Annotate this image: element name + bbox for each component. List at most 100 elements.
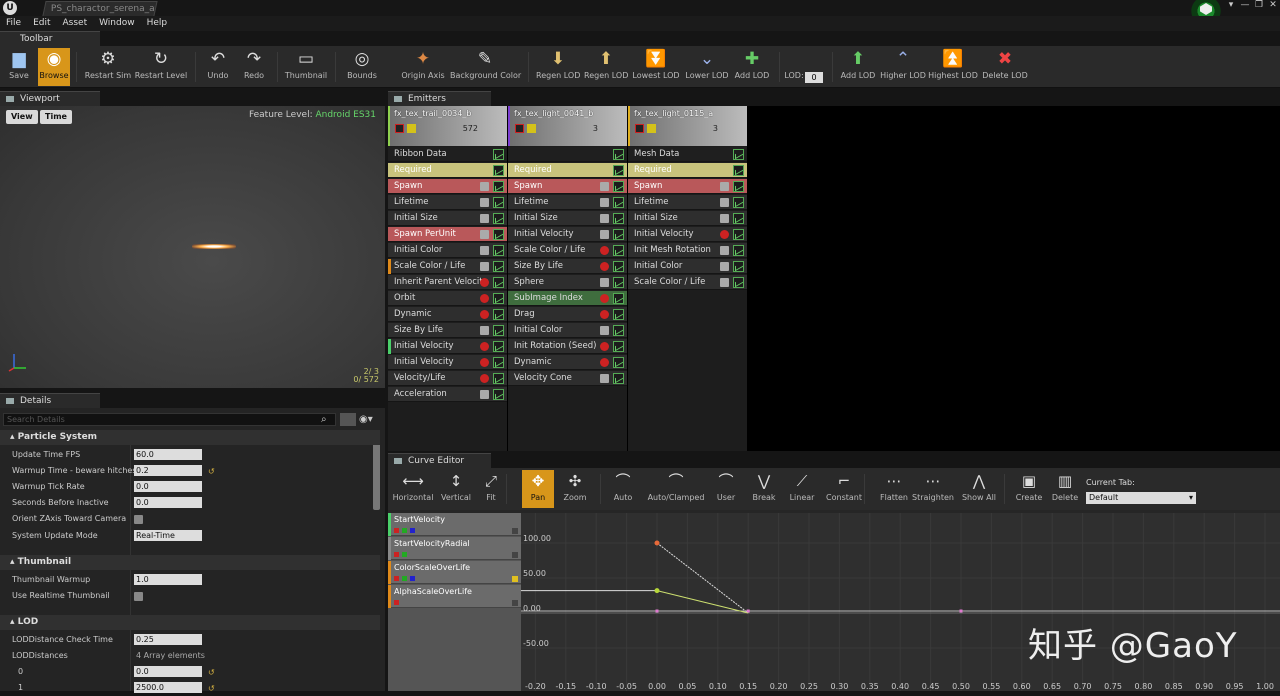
curve-toggle-icon[interactable] (733, 165, 744, 176)
viewport-tab[interactable]: Viewport (0, 91, 100, 106)
flatten-button[interactable]: ⋯ Flatten (876, 470, 912, 508)
curve-toggle-icon[interactable] (613, 261, 624, 272)
curve-toggle-icon[interactable] (733, 181, 744, 192)
module-disabled-checkbox[interactable] (720, 230, 729, 239)
straighten-button[interactable]: ⋯ Straighten (912, 470, 954, 508)
warmup-time-field[interactable]: 0.2 (134, 465, 202, 476)
viewport[interactable]: View Time Feature Level: Android ES31 2/… (0, 106, 385, 388)
menu-window[interactable]: Window (93, 16, 141, 31)
module-enabled-checkbox[interactable] (480, 230, 489, 239)
search-input[interactable]: Search Details (3, 413, 336, 426)
module-disabled-checkbox[interactable] (600, 294, 609, 303)
emitter-module[interactable]: Size By Life (508, 259, 627, 274)
curve-toggle-icon[interactable] (613, 245, 624, 256)
curve-toggle-icon[interactable] (733, 197, 744, 208)
curve-toggle-icon[interactable] (493, 165, 504, 176)
emitter-solo-icon[interactable] (647, 124, 656, 133)
module-enabled-checkbox[interactable] (600, 198, 609, 207)
restart-level-button[interactable]: ↻ Restart Level (134, 48, 188, 86)
emitter-module[interactable]: Required (628, 163, 747, 178)
track-visibility-toggle[interactable] (512, 600, 518, 606)
module-disabled-checkbox[interactable] (600, 342, 609, 351)
module-enabled-checkbox[interactable] (480, 326, 489, 335)
module-enabled-checkbox[interactable] (480, 262, 489, 271)
delete-button[interactable]: ▥ Delete (1050, 470, 1080, 508)
undo-button[interactable]: ↶ Undo (202, 48, 234, 86)
emitter-module[interactable]: Dynamic (388, 307, 507, 322)
background-color-button[interactable]: ✎ Background Color (450, 48, 521, 86)
save-button[interactable]: ▆ Save (4, 48, 34, 86)
curve-toggle-icon[interactable] (493, 197, 504, 208)
linear-button[interactable]: ⟋ Linear (786, 470, 818, 508)
emitter-column[interactable]: fx_tex_light_0041_b 3 Required Spawn Lifetim… (508, 106, 627, 451)
channel-toggle[interactable] (402, 528, 407, 533)
module-enabled-checkbox[interactable] (720, 262, 729, 271)
reset-icon[interactable]: ↺ (208, 669, 215, 677)
curve-toggle-icon[interactable] (613, 341, 624, 352)
module-disabled-checkbox[interactable] (480, 310, 489, 319)
emitter-module[interactable]: Drag (508, 307, 627, 322)
channel-toggle[interactable] (394, 600, 399, 605)
update-mode-select[interactable]: Real-Time (134, 530, 202, 541)
curve-toggle-icon[interactable] (493, 373, 504, 384)
view-button[interactable]: View (6, 110, 38, 124)
emitter-module[interactable]: Initial Color (628, 259, 747, 274)
category-lod[interactable]: ▴ LOD (0, 615, 380, 630)
realtime-thumbnail-checkbox[interactable] (134, 592, 143, 601)
module-disabled-checkbox[interactable] (480, 278, 489, 287)
auto-clamped-button[interactable]: ⌒ Auto/Clamped (646, 470, 706, 508)
curve-toggle-icon[interactable] (493, 293, 504, 304)
menu-help[interactable]: Help (141, 16, 174, 31)
minimize-button[interactable]: — (1238, 0, 1252, 12)
update-time-fps-field[interactable]: 60.0 (134, 449, 202, 460)
module-enabled-checkbox[interactable] (720, 198, 729, 207)
vertical-button[interactable]: ↕ Vertical (438, 470, 474, 508)
emitter-module[interactable]: Inherit Parent Velocity (388, 275, 507, 290)
curve-toggle-icon[interactable] (613, 277, 624, 288)
emitter-module[interactable]: Initial Velocity (388, 355, 507, 370)
module-enabled-checkbox[interactable] (600, 278, 609, 287)
channel-toggle[interactable] (394, 528, 399, 533)
module-enabled-checkbox[interactable] (720, 182, 729, 191)
module-disabled-checkbox[interactable] (600, 246, 609, 255)
pan-button[interactable]: ✥ Pan (522, 470, 554, 508)
regen-lod-button-1[interactable]: ⬇ Regen LOD (536, 48, 580, 86)
emitter-module[interactable]: Spawn PerUnit (388, 227, 507, 242)
curve-toggle-icon[interactable] (613, 149, 624, 160)
emitter-module[interactable]: Dynamic (508, 355, 627, 370)
add-lod-button-2[interactable]: ⬆ Add LOD (838, 48, 878, 86)
module-enabled-checkbox[interactable] (480, 246, 489, 255)
maximize-button[interactable]: ❐ (1252, 0, 1266, 12)
emitter-column[interactable]: fx_tex_light_0115_a 3 Mesh Data Required Spa… (628, 106, 747, 451)
curve-toggle-icon[interactable] (613, 309, 624, 320)
category-thumbnail[interactable]: ▴ Thumbnail (0, 555, 380, 570)
emitter-module[interactable]: Size By Life (388, 323, 507, 338)
emitter-module[interactable]: Velocity/Life (388, 371, 507, 386)
delete-lod-button[interactable]: ✖ Delete LOD (982, 48, 1028, 86)
module-disabled-checkbox[interactable] (600, 310, 609, 319)
curve-track[interactable]: StartVelocityRadial (388, 537, 521, 560)
curve-toggle-icon[interactable] (613, 213, 624, 224)
channel-toggle[interactable] (410, 528, 415, 533)
emitter-module[interactable]: Sphere (508, 275, 627, 290)
emitters-tab[interactable]: Emitters (388, 91, 491, 106)
module-enabled-checkbox[interactable] (600, 326, 609, 335)
close-button[interactable]: ✕ (1266, 0, 1280, 12)
fit-button[interactable]: ⤢ Fit (478, 470, 504, 508)
curve-toggle-icon[interactable] (493, 309, 504, 320)
curve-toggle-icon[interactable] (493, 181, 504, 192)
channel-toggle[interactable] (394, 552, 399, 557)
emitter-module[interactable]: Initial Size (388, 211, 507, 226)
menu-edit[interactable]: Edit (27, 16, 56, 31)
module-enabled-checkbox[interactable] (720, 278, 729, 287)
emitter-header[interactable]: fx_tex_light_0115_a 3 (628, 106, 747, 146)
emitter-module[interactable]: Init Rotation (Seed) (508, 339, 627, 354)
emitter-module[interactable]: Lifetime (508, 195, 627, 210)
lod-check-time-field[interactable]: 0.25 (134, 634, 202, 645)
module-enabled-checkbox[interactable] (600, 182, 609, 191)
details-tab[interactable]: Details (0, 393, 100, 408)
document-tab[interactable]: PS_charactor_serena_atta (42, 1, 158, 16)
emitter-module[interactable]: Initial Size (628, 211, 747, 226)
track-visibility-toggle[interactable] (512, 552, 518, 558)
seconds-before-field[interactable]: 0.0 (134, 497, 202, 508)
